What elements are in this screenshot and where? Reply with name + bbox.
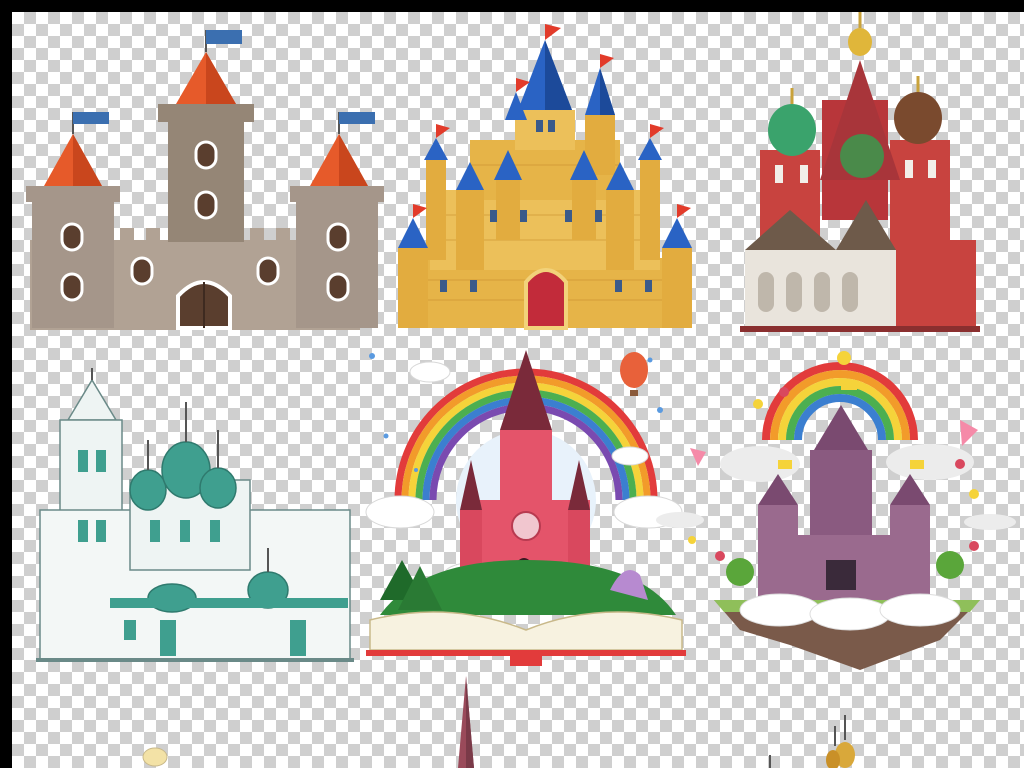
- partial-golden-domes: [142, 715, 855, 768]
- floating-island-castle: [656, 351, 1016, 670]
- clipart-collection: [26, 12, 1016, 768]
- st-basils-cathedral: [740, 12, 980, 332]
- storybook-rainbow-castle: [365, 350, 686, 666]
- golden-fairytale-castle: [398, 24, 692, 330]
- transparent-background: [12, 12, 1024, 768]
- image-frame: [0, 0, 1024, 768]
- brown-stone-castle: [26, 30, 384, 330]
- partial-church-spire: [458, 676, 474, 768]
- white-orthodox-church: [36, 368, 354, 662]
